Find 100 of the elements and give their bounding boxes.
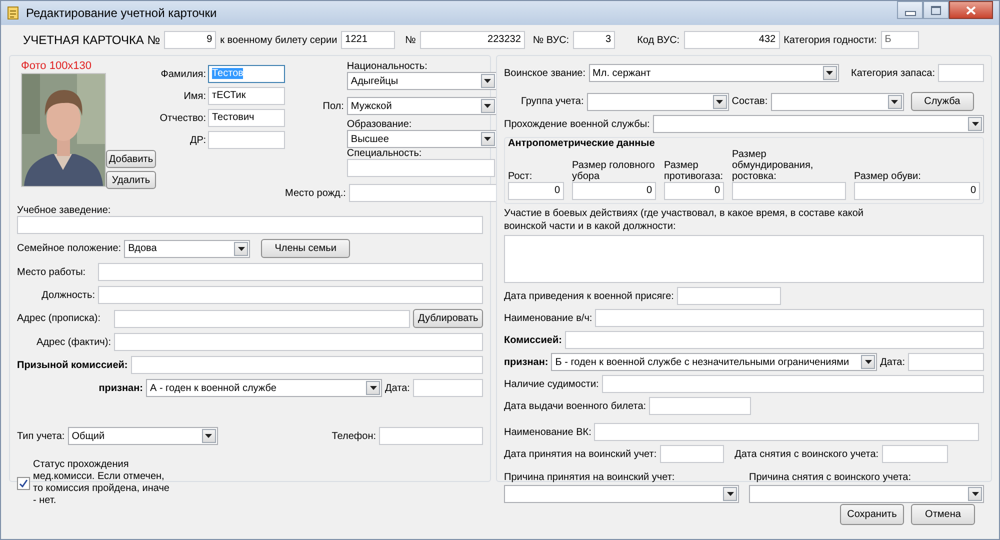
dropdown[interactable]	[586, 92, 729, 110]
text-field[interactable]	[602, 375, 984, 393]
caret-icon	[888, 94, 902, 108]
caret-icon	[861, 355, 876, 369]
caret-icon	[480, 74, 495, 88]
text-field[interactable]: 223232	[420, 31, 525, 49]
dropdown[interactable]: Адыгейцы	[346, 72, 497, 90]
text-field[interactable]: 0	[854, 182, 980, 200]
field-label: Участие в боевых действиях (где участвовал, в какое время, в составе какой воинской части и в какой должности:	[504, 208, 864, 232]
text-field[interactable]	[676, 287, 781, 305]
service-button[interactable]: Служба	[910, 92, 974, 111]
text-field[interactable]	[17, 216, 483, 234]
dropdown[interactable]: Общий	[68, 427, 218, 445]
field-label: Код ВУС:	[637, 34, 680, 46]
field-label: Комиссией:	[504, 334, 562, 346]
dropdown[interactable]	[749, 485, 984, 503]
text-field[interactable]	[98, 263, 483, 281]
field-label: Место рожд.:	[285, 188, 346, 198]
checkbox[interactable]	[17, 476, 30, 490]
field-label: Размер противогаза:	[664, 160, 724, 182]
text-field[interactable]	[649, 397, 752, 415]
text-field[interactable]: 3	[573, 31, 616, 49]
text-field[interactable]	[208, 131, 285, 149]
field-label: Причина принятия на воинский учет:	[504, 472, 676, 483]
family-button[interactable]: Члены семьи	[261, 239, 350, 258]
field-label: Имя:	[182, 90, 206, 102]
text-field[interactable]	[346, 159, 495, 177]
delete-button[interactable]: Удалить	[106, 171, 156, 189]
text-field[interactable]	[660, 445, 724, 463]
field-label: Наименование в/ч:	[504, 312, 592, 324]
field-label: Отчество:	[158, 112, 206, 124]
cancel-button[interactable]: Отмена	[911, 504, 975, 525]
text-field[interactable]: 9	[164, 31, 216, 49]
field-label: к военному билету серии	[220, 34, 338, 46]
field-label: Место работы:	[17, 266, 87, 278]
text-field[interactable]	[564, 331, 984, 349]
field-label: Размер обуви:	[854, 171, 922, 182]
field-label: № ВУС:	[532, 34, 570, 46]
field-label: Национальность:	[346, 61, 428, 72]
dropdown[interactable]: Б - годен к военной службе с незначительными ограничениями	[551, 353, 878, 371]
add-button[interactable]: Добавить	[106, 150, 156, 168]
dropdown[interactable]: Вдова	[124, 240, 250, 258]
field-label: Дата:	[880, 356, 905, 368]
caret-icon	[968, 117, 982, 131]
dropdown[interactable]: Мужской	[346, 97, 497, 115]
window-title: Редактирование учетной карточки	[26, 6, 217, 20]
photo-label: Фото 100x130	[21, 60, 93, 72]
text-field[interactable]	[908, 353, 984, 371]
save-button[interactable]: Сохранить	[840, 504, 904, 525]
dropdown[interactable]: Высшее	[346, 130, 497, 148]
field-label: Фамилия:	[160, 68, 206, 80]
dropdown[interactable]: Мл. сержант	[588, 64, 839, 82]
field-label: Дата выдачи военного билета:	[504, 400, 646, 412]
text-field[interactable]	[732, 182, 846, 200]
field-label: признан:	[98, 382, 143, 394]
text-field[interactable]	[379, 427, 483, 445]
text-field[interactable]: тЕСТик	[208, 87, 285, 105]
text-field[interactable]	[594, 423, 979, 441]
dropdown[interactable]	[652, 115, 984, 133]
text-field[interactable]	[412, 379, 483, 397]
text-field[interactable]	[504, 235, 984, 283]
minimize-icon[interactable]	[897, 1, 923, 19]
field-label: Группа учета:	[521, 96, 584, 107]
text-field[interactable]	[114, 310, 410, 328]
text-field[interactable]: 0	[572, 182, 656, 200]
text-field[interactable]	[595, 309, 984, 327]
text-field[interactable]	[98, 286, 483, 304]
field-label: Воинское звание:	[504, 68, 586, 78]
field-label: Категория запаса:	[851, 68, 935, 78]
dropdown[interactable]	[504, 485, 739, 503]
text-field[interactable]	[938, 64, 984, 82]
text-field[interactable]: 0	[664, 182, 724, 200]
field-label: Причина снятия с воинского учета:	[749, 472, 912, 483]
text-field[interactable]: 1221	[341, 31, 396, 49]
field-label: Дата снятия с воинского учета:	[734, 448, 879, 460]
duplicate-button[interactable]: Дублировать	[413, 309, 483, 328]
caret-icon	[723, 487, 737, 501]
caret-icon	[822, 66, 837, 80]
text-field[interactable]: Б	[880, 31, 919, 49]
group-title: Антропометрические данные	[508, 138, 656, 149]
maximize-icon[interactable]	[923, 1, 949, 19]
text-field[interactable]	[114, 333, 483, 351]
text-field[interactable]: Тестович	[208, 109, 285, 127]
text-field[interactable]	[130, 356, 483, 374]
text-field[interactable]	[348, 184, 497, 202]
text-field[interactable]: 432	[684, 31, 780, 49]
field-label: Учебное заведение:	[17, 205, 111, 216]
close-icon[interactable]	[949, 1, 993, 19]
field-label: Призыной комиссией:	[17, 360, 128, 370]
dropdown[interactable]	[770, 92, 904, 110]
caret-icon	[234, 242, 248, 256]
text-field[interactable]	[882, 445, 948, 463]
field-label: Пол:	[322, 100, 344, 112]
checkbox-label: Статус прохождения мед.комисси. Если отмечен, то комиссия пройдена, иначе - нет.	[33, 459, 170, 507]
field-label: Образование:	[346, 119, 413, 130]
text-field[interactable]: 0	[508, 182, 564, 200]
dropdown[interactable]: А - годен к военной службе	[146, 379, 382, 397]
field-label: Прохождение военной службы:	[504, 118, 650, 130]
field-label: Дата:	[385, 382, 410, 394]
field-label: Наименование ВК:	[504, 426, 592, 438]
